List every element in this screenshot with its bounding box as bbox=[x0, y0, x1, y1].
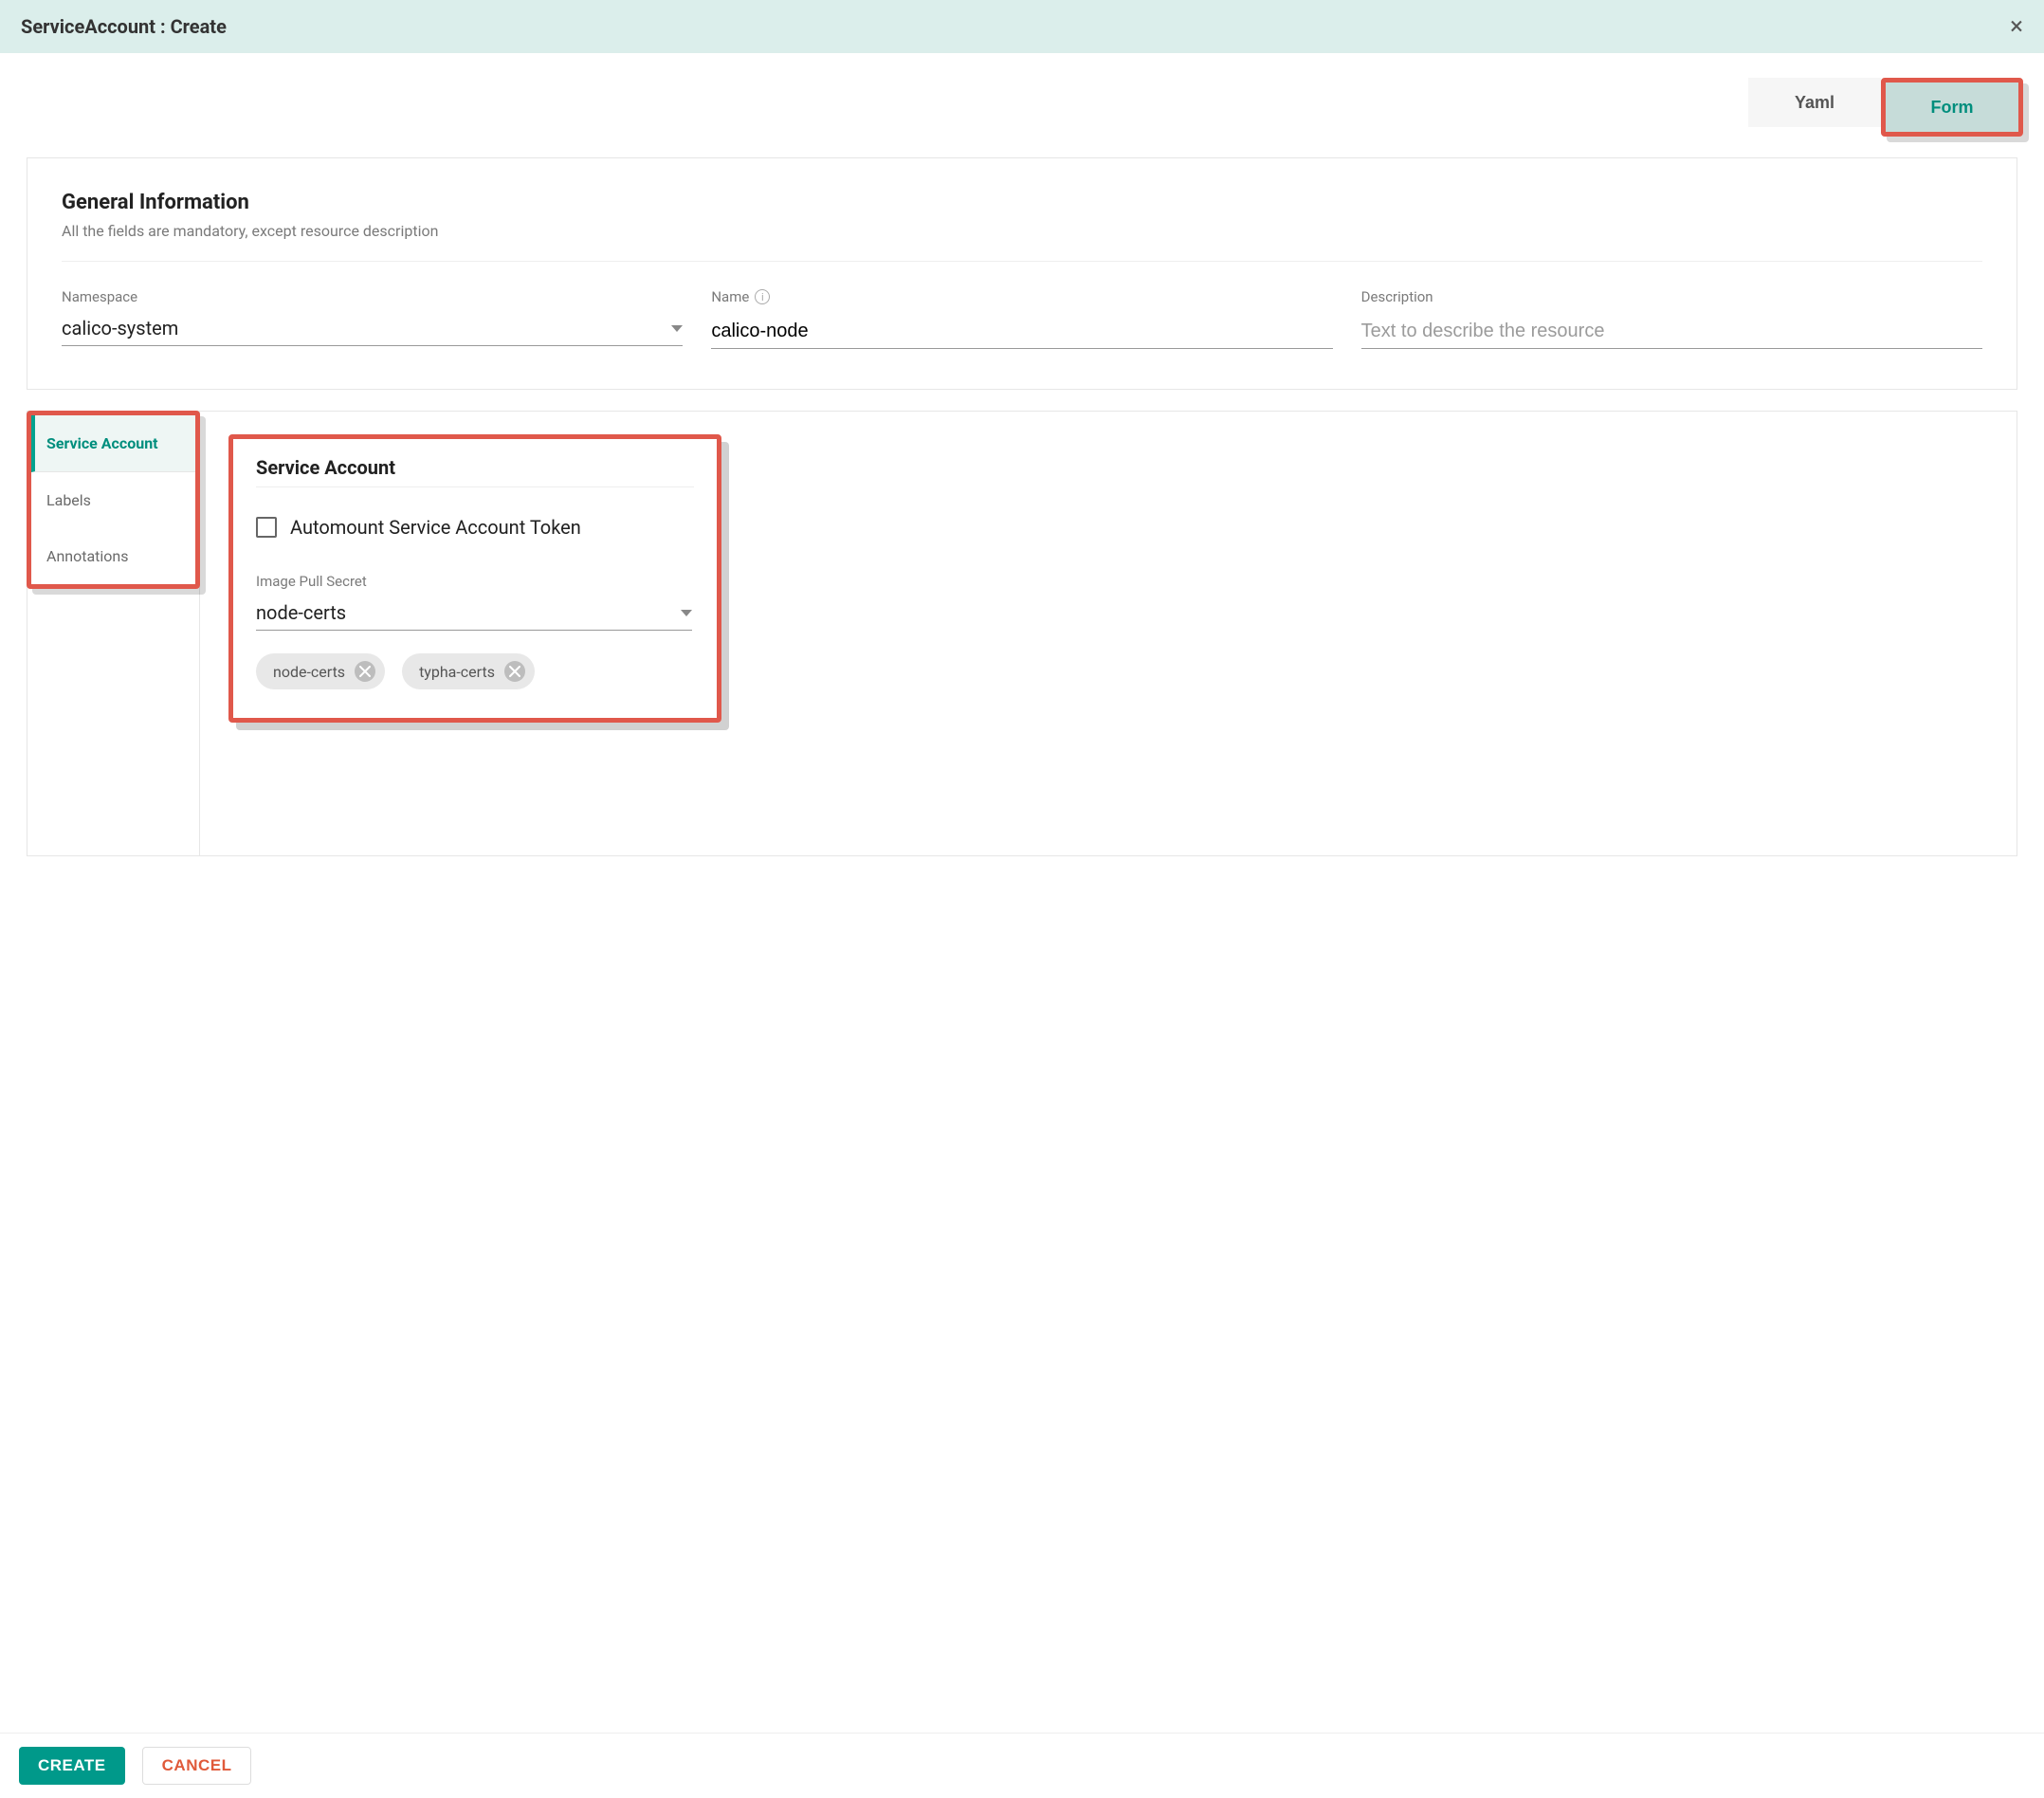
image-pull-secret-value: node-certs bbox=[256, 601, 346, 624]
general-info-title: General Information bbox=[62, 191, 1982, 214]
name-label: Name i bbox=[711, 288, 1332, 305]
chip-label: node-certs bbox=[273, 663, 345, 681]
image-pull-secret-label: Image Pull Secret bbox=[256, 573, 694, 590]
description-label: Description bbox=[1361, 288, 1982, 305]
main-content: Yaml Form General Information All the fi… bbox=[0, 53, 2044, 1733]
automount-row: Automount Service Account Token bbox=[256, 516, 694, 539]
detail-grid: Service Account Labels Annotations Servi… bbox=[27, 411, 2017, 856]
chevron-down-icon bbox=[681, 610, 692, 616]
tab-form[interactable]: Form bbox=[1886, 83, 2018, 132]
dialog-title: ServiceAccount : Create bbox=[21, 15, 227, 38]
create-button[interactable]: CREATE bbox=[19, 1747, 125, 1785]
name-field: Name i bbox=[711, 288, 1332, 349]
name-input[interactable] bbox=[711, 313, 1332, 349]
automount-checkbox[interactable] bbox=[256, 517, 277, 538]
name-label-text: Name bbox=[711, 288, 749, 305]
chip-node-certs: node-certs bbox=[256, 653, 385, 689]
general-info-subtitle: All the fields are mandatory, except res… bbox=[62, 222, 1982, 240]
footer: CREATE CANCEL bbox=[0, 1733, 2044, 1798]
image-pull-secret-select[interactable]: node-certs bbox=[256, 596, 692, 631]
namespace-select[interactable]: calico-system bbox=[62, 313, 683, 346]
chip-remove-icon[interactable] bbox=[355, 661, 375, 682]
highlight-service-account-panel: Service Account Automount Service Accoun… bbox=[228, 434, 721, 723]
general-info-card: General Information All the fields are m… bbox=[27, 157, 2017, 390]
description-field: Description bbox=[1361, 288, 1982, 349]
divider bbox=[62, 261, 1982, 262]
chevron-down-icon bbox=[671, 325, 683, 332]
cancel-button[interactable]: CANCEL bbox=[142, 1747, 252, 1785]
tab-yaml[interactable]: Yaml bbox=[1748, 78, 1881, 127]
side-tabs: Service Account Labels Annotations bbox=[27, 412, 200, 855]
namespace-label: Namespace bbox=[62, 288, 683, 305]
sa-panel-title: Service Account bbox=[256, 456, 694, 479]
side-tab-service-account[interactable]: Service Account bbox=[31, 415, 195, 472]
divider bbox=[256, 486, 694, 487]
automount-label: Automount Service Account Token bbox=[290, 516, 581, 539]
description-input[interactable] bbox=[1361, 313, 1982, 349]
close-icon[interactable]: × bbox=[2010, 14, 2023, 39]
chip-label: typha-certs bbox=[419, 663, 495, 681]
info-icon[interactable]: i bbox=[755, 289, 770, 304]
view-mode-tabs: Yaml Form bbox=[0, 53, 2044, 148]
image-pull-secret-chips: node-certs typha-certs bbox=[256, 653, 694, 689]
service-account-pane: Service Account Automount Service Accoun… bbox=[200, 412, 2017, 855]
side-tab-labels[interactable]: Labels bbox=[31, 472, 195, 528]
namespace-field: Namespace calico-system bbox=[62, 288, 683, 349]
side-tab-annotations[interactable]: Annotations bbox=[31, 528, 195, 584]
dialog-header: ServiceAccount : Create × bbox=[0, 0, 2044, 53]
chip-remove-icon[interactable] bbox=[504, 661, 525, 682]
general-fields-row: Namespace calico-system Name i Descripti… bbox=[62, 288, 1982, 349]
highlight-side-tabs: Service Account Labels Annotations bbox=[27, 411, 200, 589]
chip-typha-certs: typha-certs bbox=[402, 653, 535, 689]
namespace-value: calico-system bbox=[62, 317, 178, 339]
highlight-form-tab: Form bbox=[1881, 78, 2023, 137]
